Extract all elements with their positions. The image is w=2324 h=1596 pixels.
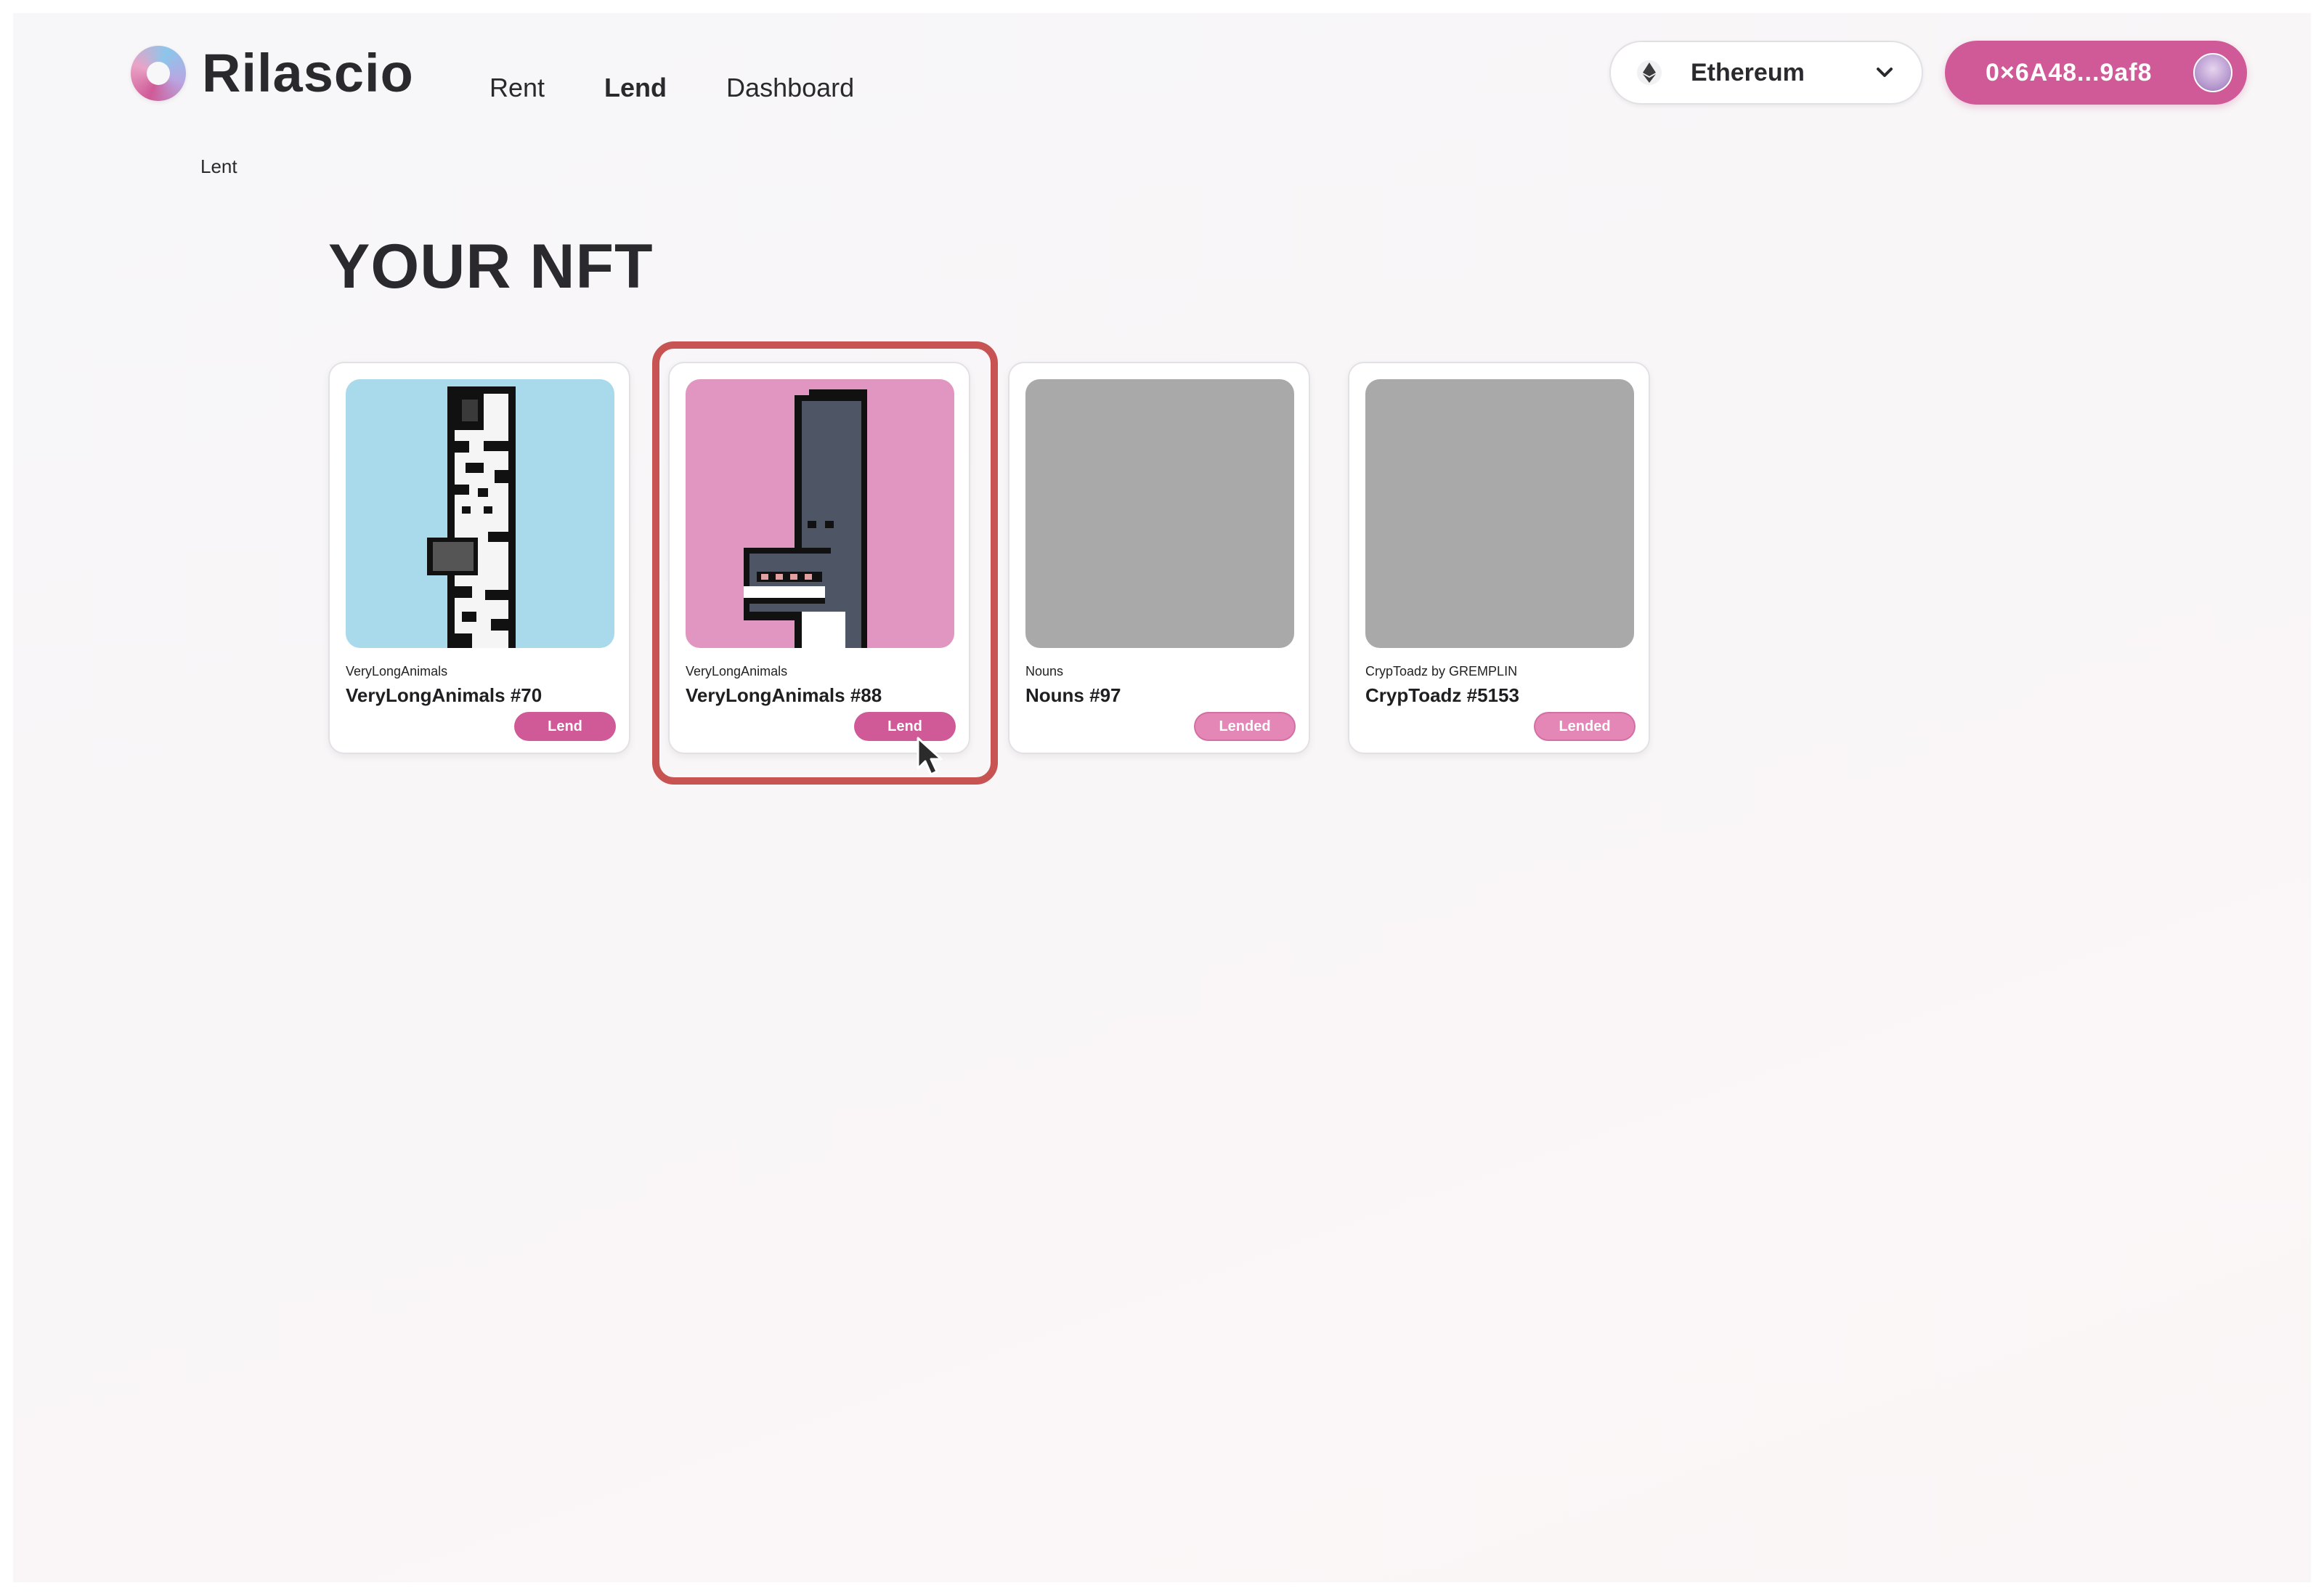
wallet-address: 0×6A48...9af8 [1986, 58, 2153, 86]
lend-button[interactable]: Lend [854, 712, 956, 741]
nft-image-placeholder [1025, 379, 1294, 648]
rilascio-logo-icon [131, 45, 186, 101]
ethereum-icon [1637, 60, 1662, 85]
nft-name: CrypToadz #5153 [1365, 684, 1519, 706]
main-nav: Rent Lend Dashboard [489, 73, 914, 103]
nft-collection: VeryLongAnimals [346, 664, 448, 678]
network-selector[interactable]: Ethereum [1609, 41, 1923, 105]
nft-card[interactable]: Nouns Nouns #97 Lended [1008, 362, 1310, 754]
app-name: Rilascio [202, 43, 414, 103]
breadcrumb: Lent [200, 155, 237, 177]
nft-image [686, 379, 954, 648]
nav-item-lend[interactable]: Lend [604, 73, 667, 103]
nft-image-placeholder [1365, 379, 1634, 648]
nft-collection: VeryLongAnimals [686, 664, 788, 678]
lended-button[interactable]: Lended [1534, 712, 1636, 741]
page-title: YOUR NFT [328, 232, 654, 301]
nav-item-rent[interactable]: Rent [489, 73, 545, 103]
nft-card[interactable]: VeryLongAnimals VeryLongAnimals #88 Lend [668, 362, 970, 754]
lend-button[interactable]: Lend [514, 712, 616, 741]
nft-collection: CrypToadz by GREMPLIN [1365, 664, 1518, 678]
nft-name: VeryLongAnimals #88 [686, 684, 882, 706]
nft-card[interactable]: VeryLongAnimals VeryLongAnimals #70 Lend [328, 362, 630, 754]
nft-name: Nouns #97 [1025, 684, 1121, 706]
nft-card[interactable]: CrypToadz by GREMPLIN CrypToadz #5153 Le… [1348, 362, 1650, 754]
wallet-button[interactable]: 0×6A48...9af8 [1945, 41, 2247, 105]
chevron-down-icon [1874, 62, 1896, 84]
app-window: Rilascio Rent Lend Dashboard Ethereum 0×… [13, 13, 2311, 1582]
nft-name: VeryLongAnimals #70 [346, 684, 543, 706]
network-label: Ethereum [1691, 58, 1805, 86]
nft-image [346, 379, 614, 648]
nft-collection: Nouns [1025, 664, 1064, 678]
avatar [2193, 53, 2232, 92]
nav-item-dashboard[interactable]: Dashboard [726, 73, 854, 103]
logo[interactable]: Rilascio [131, 42, 414, 104]
lended-button[interactable]: Lended [1194, 712, 1296, 741]
